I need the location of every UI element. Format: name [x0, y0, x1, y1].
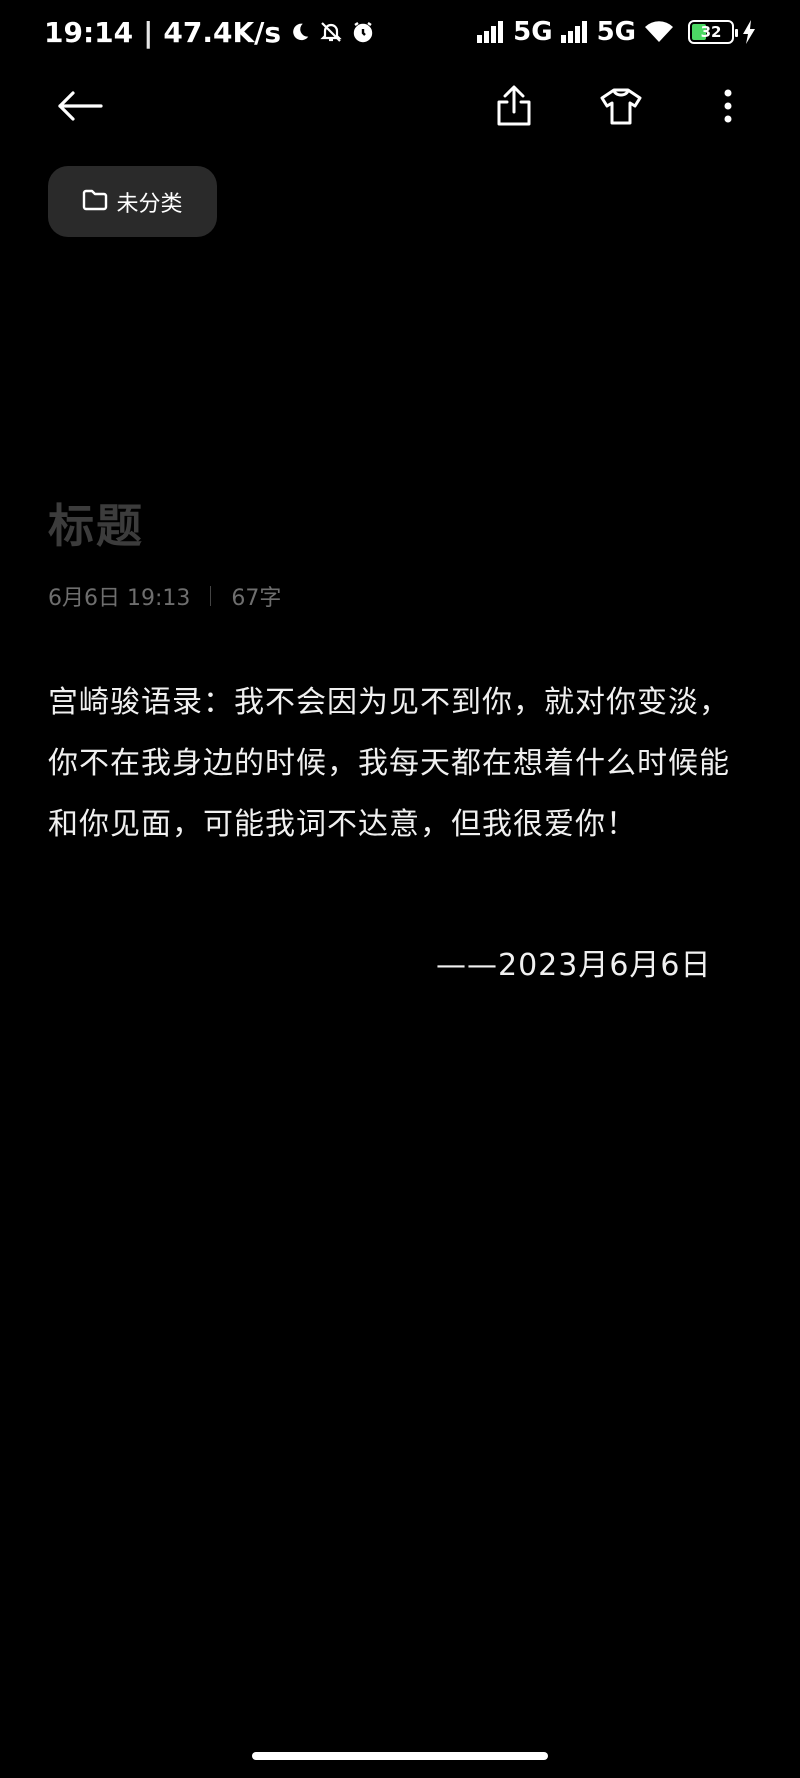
charging-icon — [742, 20, 756, 44]
battery-level: 32 — [700, 23, 722, 41]
theme-shirt-icon — [599, 87, 643, 129]
status-separator: | — [143, 15, 154, 49]
back-button[interactable] — [52, 80, 108, 136]
signal-icon — [560, 21, 589, 43]
signal-icon — [477, 21, 505, 43]
share-icon — [495, 85, 533, 131]
status-bar-right: 5G 5G 32 — [477, 17, 756, 47]
status-time: 19:14 — [44, 15, 134, 49]
note-title-input[interactable]: 标题 — [48, 490, 144, 556]
more-button[interactable] — [700, 80, 756, 136]
battery-cap — [735, 29, 738, 37]
note-editor-screen: 19:14 | 47.4K/s 5G 5G 32 未分类 标题 6月6日 19:… — [0, 0, 800, 1778]
note-meta: 6月6日 19:13 67字 — [48, 580, 281, 612]
status-bar: 19:14 | 47.4K/s 5G 5G 32 — [0, 0, 800, 64]
folder-chip[interactable]: 未分类 — [48, 166, 217, 237]
folder-label: 未分类 — [116, 191, 183, 217]
note-char-count: 67字 — [231, 586, 282, 611]
note-signature[interactable]: ——2023月6月6日 — [436, 940, 712, 984]
home-indicator[interactable] — [252, 1752, 548, 1760]
back-arrow-icon — [57, 90, 103, 126]
share-button[interactable] — [486, 80, 542, 136]
toolbar — [0, 72, 800, 144]
meta-divider — [210, 586, 212, 606]
alarm-icon — [351, 20, 375, 44]
status-bar-left: 19:14 | 47.4K/s — [44, 16, 375, 49]
net-speed: 47.4K/s — [163, 15, 282, 49]
theme-button[interactable] — [593, 80, 649, 136]
network-type-1: 5G — [513, 17, 553, 47]
network-type-2: 5G — [596, 17, 636, 47]
moon-icon — [289, 21, 311, 43]
note-body[interactable]: 宫崎骏语录：我不会因为见不到你，就对你变淡，你不在我身边的时候，我每天都在想着什… — [48, 672, 754, 855]
folder-icon — [82, 189, 108, 215]
wifi-icon — [644, 20, 674, 44]
more-vertical-icon — [723, 88, 733, 128]
note-date: 6月6日 19:13 — [48, 586, 191, 611]
battery-icon: 32 — [688, 20, 738, 44]
bell-off-icon — [319, 20, 343, 44]
